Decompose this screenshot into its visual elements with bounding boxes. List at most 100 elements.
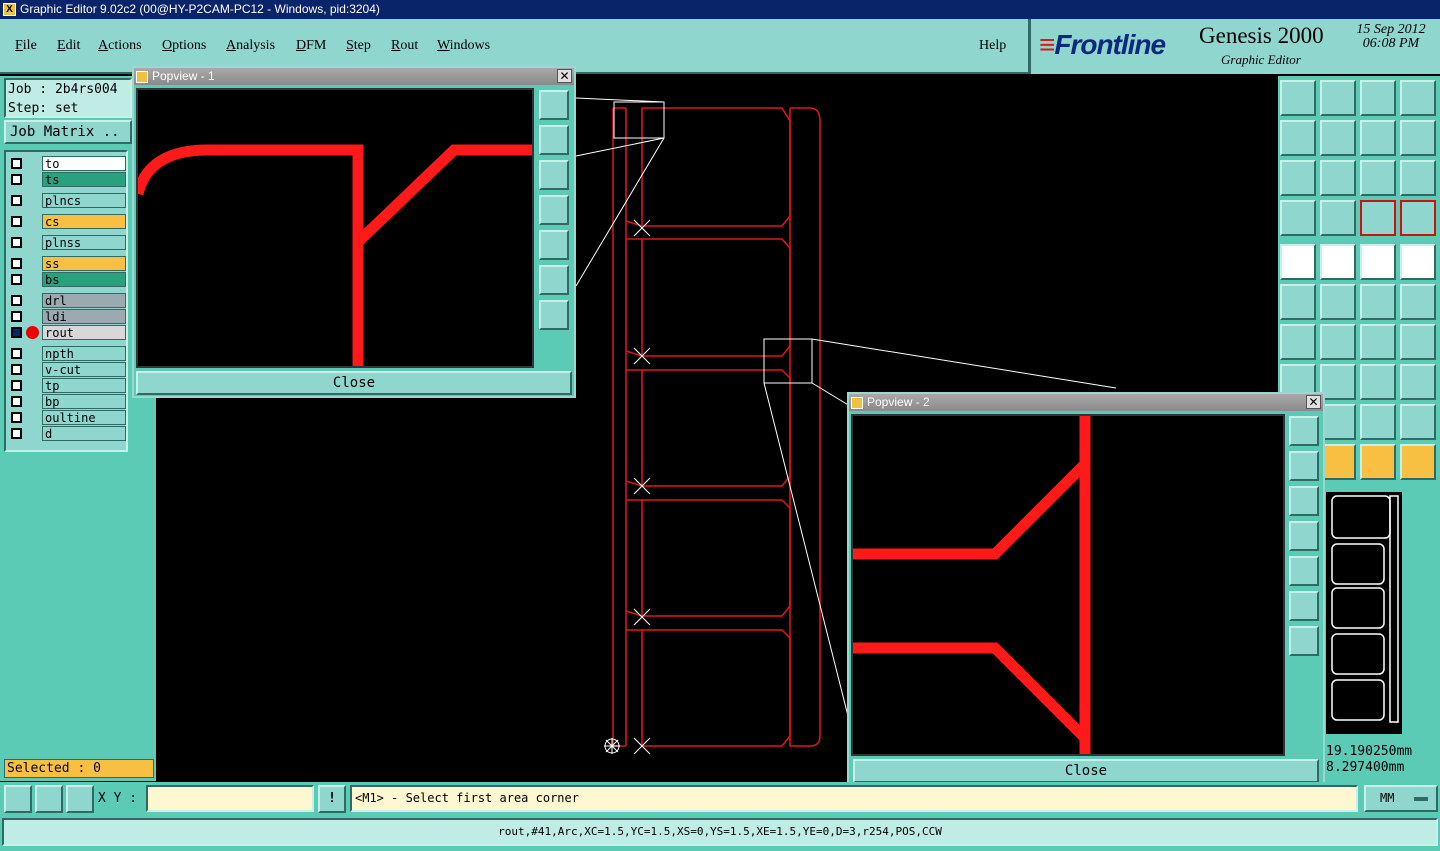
layer-row-rout[interactable]: rout — [8, 325, 126, 340]
popview-1-titlebar[interactable]: Popview - 1 ✕ — [134, 68, 574, 85]
layer-checkbox[interactable] — [11, 274, 22, 285]
layer-checkbox[interactable] — [11, 311, 22, 322]
select-icon[interactable] — [1280, 244, 1316, 280]
resize-icon[interactable] — [1360, 364, 1396, 400]
net-icon[interactable] — [1320, 244, 1356, 280]
pad-icon[interactable] — [1400, 244, 1436, 280]
unit-selector[interactable]: MM — [1364, 785, 1438, 812]
layer-checkbox[interactable] — [11, 327, 22, 338]
home-icon[interactable] — [1360, 80, 1396, 116]
measure-icon[interactable] — [1280, 200, 1316, 236]
close-icon[interactable]: ✕ — [557, 69, 572, 83]
connect-icon[interactable] — [1280, 284, 1316, 320]
close-icon[interactable]: ✕ — [1306, 395, 1321, 409]
pan-left-icon[interactable] — [539, 195, 569, 225]
menu-options[interactable]: Options — [162, 38, 206, 54]
help-icon[interactable] — [1400, 160, 1436, 196]
layer-checkbox[interactable] — [11, 174, 22, 185]
layer-row-ldi[interactable]: ldi — [8, 309, 126, 324]
layer-checkbox[interactable] — [11, 258, 22, 269]
layer-row-d[interactable]: d — [8, 426, 126, 441]
snap-icon[interactable] — [1320, 200, 1356, 236]
grid-icon[interactable] — [66, 785, 94, 813]
layer-checkbox[interactable] — [11, 348, 22, 359]
ruler-icon[interactable] — [1360, 244, 1396, 280]
menu-rout[interactable]: Rout — [391, 38, 418, 54]
zoom-fit-icon[interactable] — [1289, 591, 1319, 621]
pan-right-icon[interactable] — [539, 230, 569, 260]
popview-2-view[interactable] — [851, 414, 1285, 756]
layer-checkbox[interactable] — [11, 195, 22, 206]
pointer-d-icon[interactable] — [1400, 444, 1436, 480]
minimap[interactable] — [1326, 492, 1402, 734]
snap-icon[interactable] — [4, 785, 32, 813]
pan-left-icon[interactable] — [1289, 521, 1319, 551]
rotate-icon[interactable] — [1360, 120, 1396, 156]
popview-2-titlebar[interactable]: Popview - 2 ✕ — [849, 394, 1323, 411]
split-icon[interactable] — [1320, 364, 1356, 400]
popview-1-close-button[interactable]: Close — [136, 371, 572, 395]
pan-left-icon[interactable] — [1280, 120, 1316, 156]
layer-checkbox[interactable] — [11, 216, 22, 227]
layer-row-plncs[interactable]: plncs — [8, 193, 126, 208]
popview-2-close-button[interactable]: Close — [853, 759, 1319, 783]
layer-compare-icon[interactable] — [1400, 200, 1436, 236]
text-icon[interactable] — [1400, 324, 1436, 360]
line-icon[interactable] — [1320, 324, 1356, 360]
pan-right-icon[interactable] — [1289, 556, 1319, 586]
layer-row-npth[interactable]: npth — [8, 346, 126, 361]
zoom-in-icon[interactable] — [1289, 416, 1319, 446]
menu-actions[interactable]: Actions — [98, 38, 142, 54]
layer-row-tp[interactable]: tp — [8, 378, 126, 393]
pointer-b-icon[interactable] — [1320, 444, 1356, 480]
layer-row-bp[interactable]: bp — [8, 394, 126, 409]
zoom-fit-icon[interactable] — [539, 265, 569, 295]
layer-row-cs[interactable]: cs — [8, 214, 126, 229]
route-b-icon[interactable] — [1320, 404, 1356, 440]
layer-row-plnss[interactable]: plnss — [8, 235, 126, 250]
warning-icon[interactable]: ! — [318, 785, 346, 813]
layer-row-v-cut[interactable]: v-cut — [8, 362, 126, 377]
delete-icon[interactable] — [1320, 284, 1356, 320]
layer-row-to[interactable]: to — [8, 156, 126, 171]
layer-row-oultine[interactable]: oultine — [8, 410, 126, 425]
menu-windows[interactable]: Windows — [437, 38, 490, 54]
add-icon[interactable] — [1400, 284, 1436, 320]
menu-edit[interactable]: Edit — [57, 38, 80, 54]
pan-right-icon[interactable] — [1320, 120, 1356, 156]
layer-checkbox[interactable] — [11, 158, 22, 169]
zoom-center-icon[interactable] — [1320, 160, 1356, 196]
pan-up-icon[interactable] — [1289, 451, 1319, 481]
menu-file[interactable]: File — [15, 38, 37, 54]
pan-up-icon[interactable] — [539, 125, 569, 155]
layer-row-drl[interactable]: drl — [8, 293, 126, 308]
pan-down-icon[interactable] — [1289, 486, 1319, 516]
layer-checkbox[interactable] — [11, 396, 22, 407]
menu-help[interactable]: Help — [979, 38, 1006, 54]
layer-checkbox[interactable] — [11, 295, 22, 306]
zoom-home-icon[interactable] — [1289, 626, 1319, 656]
group-icon[interactable] — [1400, 364, 1436, 400]
layer-row-bs[interactable]: bs — [8, 272, 126, 287]
window-icon[interactable] — [1400, 80, 1436, 116]
menu-dfm[interactable]: DFM — [296, 38, 326, 54]
layer-checkbox[interactable] — [11, 428, 22, 439]
xy-input[interactable] — [146, 785, 314, 812]
zoom-in-icon[interactable] — [539, 90, 569, 120]
layer-row-ts[interactable]: ts — [8, 172, 126, 187]
popview-1-view[interactable] — [132, 88, 534, 368]
zoom-home-icon[interactable] — [1280, 80, 1316, 116]
scale-icon[interactable] — [1360, 160, 1396, 196]
move-icon[interactable] — [1360, 284, 1396, 320]
arc-icon[interactable] — [1360, 324, 1396, 360]
zoom-back-icon[interactable] — [1320, 80, 1356, 116]
layer-checkbox[interactable] — [11, 380, 22, 391]
route-c-icon[interactable] — [1360, 404, 1396, 440]
menu-step[interactable]: Step — [346, 38, 371, 54]
pan-down-icon[interactable] — [539, 160, 569, 190]
layer-row-ss[interactable]: ss — [8, 256, 126, 271]
measure-icon[interactable] — [35, 785, 63, 813]
angle-icon[interactable] — [1280, 324, 1316, 360]
layer-toggle-icon[interactable] — [1360, 200, 1396, 236]
layer-checkbox[interactable] — [11, 412, 22, 423]
